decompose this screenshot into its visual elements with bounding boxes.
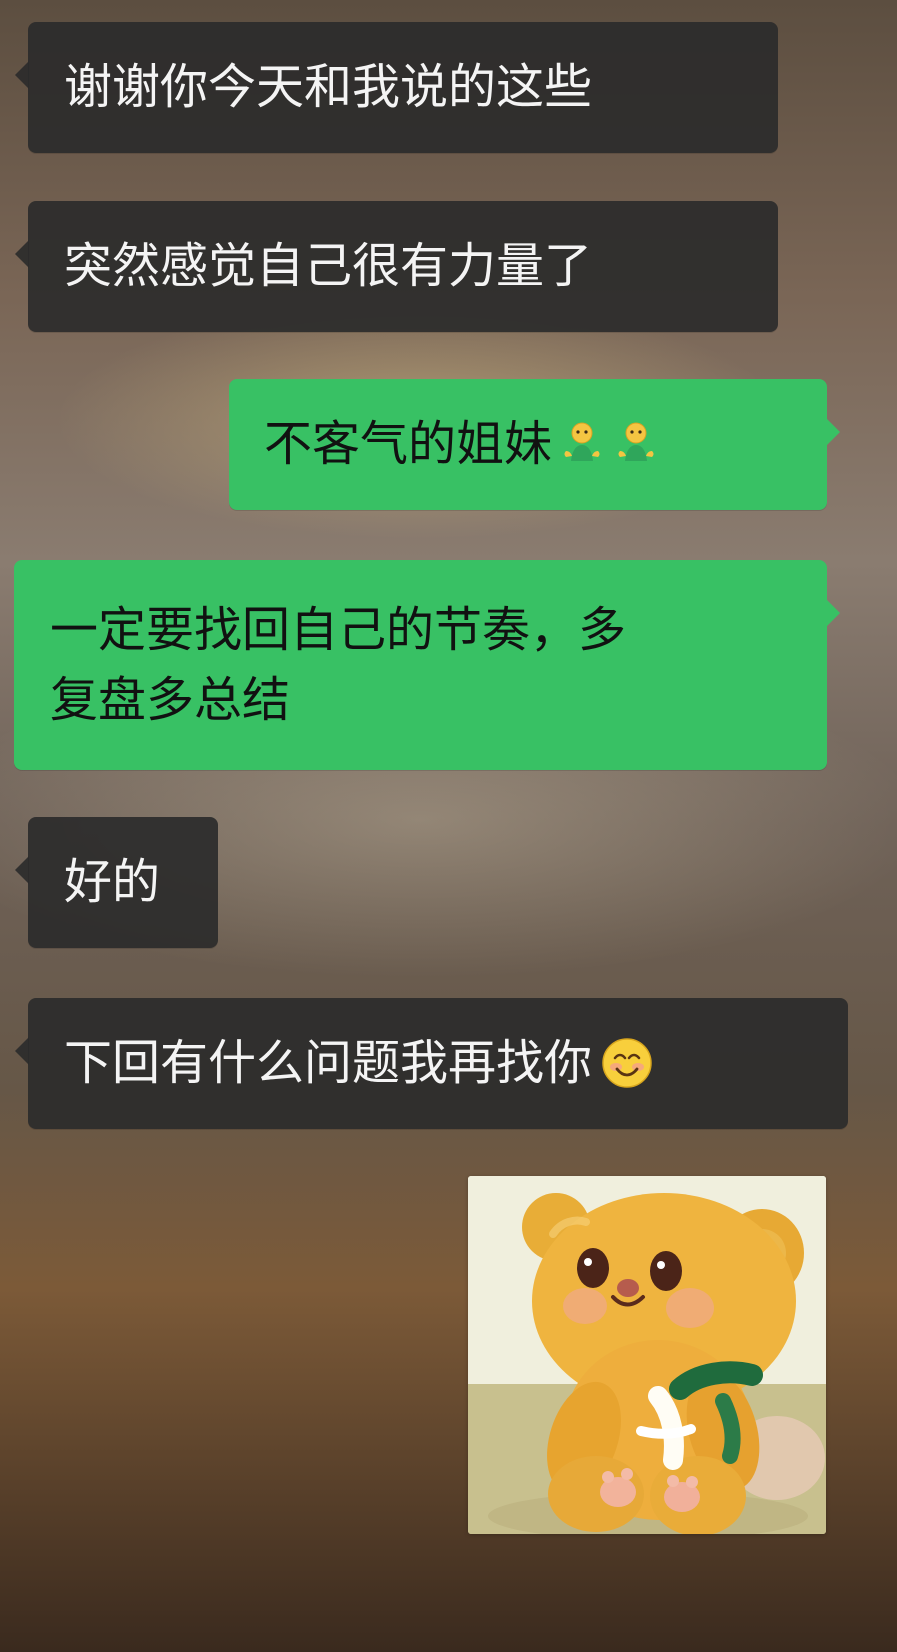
chat-screen: 谢谢你今天和我说的这些 突然感觉自己很有力量了 不客气的姐妹 一定要找回自己的节… [0, 0, 897, 1652]
incoming-message-1[interactable]: 谢谢你今天和我说的这些 [15, 22, 778, 153]
message-content-row: 下回有什么问题我再找你 [64, 1031, 824, 1096]
hugging-person-icon [558, 420, 606, 468]
incoming-message-2[interactable]: 突然感觉自己很有力量了 [15, 201, 778, 332]
plush-bear-image[interactable] [468, 1176, 826, 1534]
incoming-message-4[interactable]: 下回有什么问题我再找你 [15, 998, 848, 1129]
message-text: 不客气的姐妹 [264, 416, 553, 472]
outgoing-message-2[interactable]: 一定要找回自己的节奏，多 复盘多总结 [14, 560, 840, 770]
message-text: 谢谢你今天和我说的这些 [64, 59, 593, 115]
smiling-face-icon [600, 1036, 654, 1090]
outgoing-message-1[interactable]: 不客气的姐妹 [229, 379, 840, 510]
message-text: 好的 [64, 854, 161, 910]
message-content-row: 不客气的姐妹 [264, 412, 801, 477]
message-text: 下回有什么问题我再找你 [64, 1035, 593, 1091]
hugging-person-icon [612, 420, 660, 468]
message-line-1: 一定要找回自己的节奏，多 [50, 602, 627, 658]
message-text: 突然感觉自己很有力量了 [64, 238, 593, 294]
message-line-2: 复盘多总结 [50, 672, 291, 729]
incoming-message-3[interactable]: 好的 [15, 817, 218, 948]
